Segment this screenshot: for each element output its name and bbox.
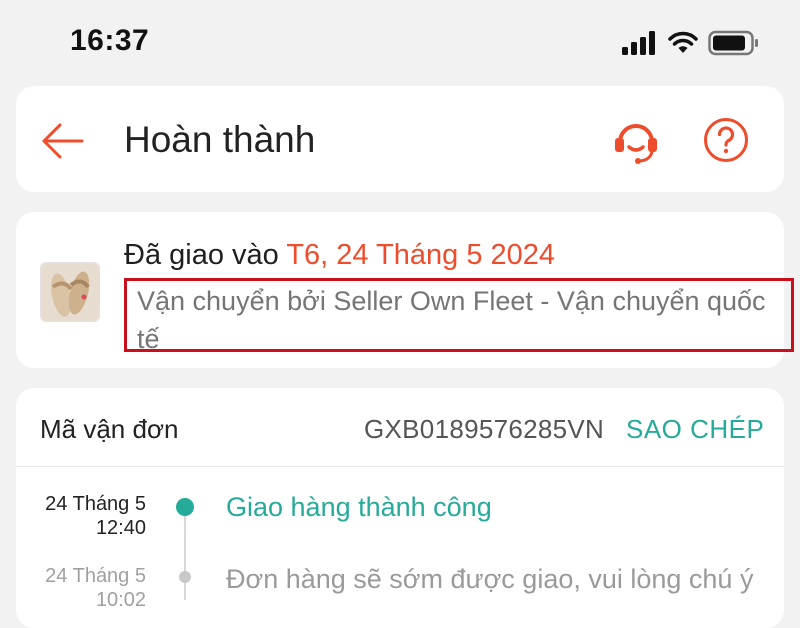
page-title: Hoàn thành — [124, 119, 316, 160]
status-time: 16:37 — [70, 24, 150, 57]
timeline-event-text: Đơn hàng sẽ sớm được giao, vui lòng chú … — [226, 564, 754, 594]
product-image — [41, 263, 99, 321]
delivered-status: Đã giao vào T6, 24 Tháng 5 2024 — [124, 236, 555, 274]
headset-support-icon[interactable] — [612, 118, 660, 166]
product-thumbnail[interactable] — [40, 262, 100, 322]
copy-tracking-button[interactable]: SAO CHÉP — [626, 413, 764, 445]
timeline-dot-active — [176, 498, 194, 516]
carrier-info: Vận chuyển bởi Seller Own Fleet - Vận ch… — [137, 286, 766, 354]
delivered-prefix: Đã giao vào — [124, 239, 287, 271]
back-arrow-icon[interactable] — [40, 118, 86, 164]
event-time: 10:02 — [95, 589, 146, 611]
cellular-signal-icon — [622, 31, 655, 55]
timeline-event-text: Giao hàng thành công — [226, 492, 492, 522]
divider — [16, 466, 784, 467]
status-icons — [622, 30, 760, 56]
help-question-icon[interactable] — [702, 116, 750, 164]
event-time: 12:40 — [95, 517, 146, 539]
event-date: 24 Tháng 5 — [45, 493, 146, 515]
status-bar: 16:37 — [0, 0, 800, 84]
battery-icon — [708, 30, 758, 56]
delivered-date: T6, 24 Tháng 5 2024 — [286, 239, 556, 271]
event-date: 24 Tháng 5 — [45, 565, 146, 587]
wifi-icon — [668, 31, 698, 53]
tracking-label: Mã vận đơn — [40, 414, 179, 444]
tracking-number: GXB0189576285VN — [364, 414, 605, 444]
timeline-dot — [179, 571, 191, 583]
timeline-line — [184, 508, 186, 600]
